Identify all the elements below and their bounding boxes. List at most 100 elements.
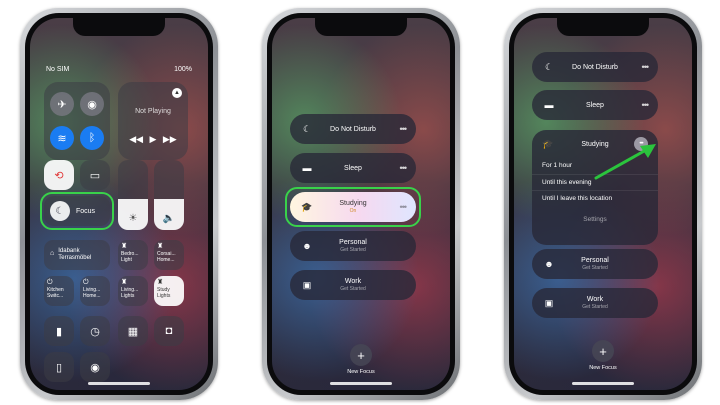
lamp-icon: ♜: [157, 243, 164, 250]
timer-icon[interactable]: ◷: [80, 316, 110, 346]
focus-item-label: Work: [344, 278, 362, 285]
focus-expanded-screen: ☾ Do Not Disturb ••• ▬ Sleep ••• 🎓 Study…: [514, 18, 692, 390]
screenshot-stage: No SIM 100% ✈ ◉ ≋ ᛒ ▲ Not Playing ◀◀ ▶ ▶…: [0, 0, 720, 405]
home-tile-idabank[interactable]: ⌂ Idabank Terrasmöbel: [44, 240, 110, 270]
focus-item-sleep[interactable]: ▬ Sleep •••: [532, 90, 658, 120]
plus-icon: +: [350, 344, 372, 366]
focus-item-personal[interactable]: ☻ Personal Get Started: [290, 231, 416, 261]
focus-item-label: Personal: [339, 239, 367, 246]
home-tile-label: Corsai... Home...: [157, 251, 176, 263]
new-focus-label: New Focus: [347, 369, 375, 375]
flashlight-icon[interactable]: ▮: [44, 316, 74, 346]
focus-item-status: Get Started: [582, 304, 608, 310]
connectivity-tile: ✈ ◉ ≋ ᛒ: [44, 82, 110, 160]
switch-icon: ⏻: [83, 279, 89, 286]
battery-label: 100%: [174, 66, 192, 73]
focus-item-work[interactable]: ▣ Work Get Started: [290, 270, 416, 300]
home-tile-bedroom[interactable]: ♜ Bedro... Light: [118, 240, 148, 270]
rewind-icon[interactable]: ◀◀: [129, 134, 143, 145]
focus-item-status: Get Started: [582, 265, 608, 271]
lamp-icon: ♜: [121, 279, 128, 286]
home-indicator: [572, 382, 634, 385]
camera-icon[interactable]: ◘: [154, 316, 184, 346]
new-focus-label: New Focus: [589, 365, 617, 371]
notch: [315, 18, 407, 36]
fast-forward-icon[interactable]: ▶▶: [163, 134, 177, 145]
home-tile-label: Study Lights: [157, 287, 171, 299]
focus-item-label: Personal: [581, 257, 609, 264]
focus-item-status: Get Started: [340, 247, 366, 253]
switch-icon: ⏻: [47, 279, 53, 286]
focus-list-screen: ☾ Do Not Disturb ••• ▬ Sleep ••• 🎓 Study…: [272, 18, 450, 390]
studying-highlight-ring: [285, 187, 421, 227]
phone-focus-list: ☾ Do Not Disturb ••• ▬ Sleep ••• 🎓 Study…: [262, 8, 460, 400]
plus-icon: +: [592, 340, 614, 362]
home-tile-living-home[interactable]: ⏻ Living... Home...: [80, 276, 110, 306]
sun-icon: ☀: [128, 213, 138, 224]
green-arrow-annotation: [594, 144, 656, 180]
brightness-slider[interactable]: ☀: [118, 160, 148, 230]
home-tile-label: Idabank Terrasmöbel: [58, 248, 92, 261]
calculator-icon[interactable]: ▦: [118, 316, 148, 346]
cellular-data-icon[interactable]: ◉: [80, 92, 104, 116]
focus-item-status: Get Started: [340, 286, 366, 292]
focus-item-label: Do Not Disturb: [572, 63, 618, 71]
home-tile-label: Kitchen Switc...: [47, 287, 64, 299]
focus-item-work[interactable]: ▣ Work Get Started: [532, 288, 658, 318]
speaker-icon: 🔈: [162, 213, 176, 224]
focus-item-label: Sleep: [344, 164, 362, 172]
remote-icon[interactable]: ▯: [44, 352, 74, 382]
play-icon[interactable]: ▶: [150, 134, 157, 145]
home-tile-study-lights[interactable]: ♜ Study Lights: [154, 276, 184, 306]
moon-icon: ☾: [544, 61, 554, 72]
focus-item-label: Work: [586, 296, 604, 303]
more-options-icon[interactable]: •••: [634, 62, 649, 72]
person-icon: ☻: [544, 259, 554, 269]
home-icon: ⌂: [50, 250, 55, 258]
volume-slider[interactable]: 🔈: [154, 160, 184, 230]
new-focus-button[interactable]: + New Focus: [272, 344, 450, 375]
bluetooth-icon[interactable]: ᛒ: [80, 126, 104, 150]
more-options-icon[interactable]: •••: [392, 163, 407, 173]
person-icon: ☻: [302, 241, 312, 251]
focus-item-do-not-disturb[interactable]: ☾ Do Not Disturb •••: [532, 52, 658, 82]
airplay-icon[interactable]: ▲: [172, 88, 182, 98]
now-playing-tile[interactable]: ▲ Not Playing ◀◀ ▶ ▶▶: [118, 82, 188, 160]
home-tile-label: Bedro... Light: [121, 251, 139, 263]
more-options-icon[interactable]: •••: [634, 100, 649, 110]
screen-mirroring-icon[interactable]: ▭: [80, 160, 110, 190]
wifi-icon[interactable]: ≋: [50, 126, 74, 150]
phone-control-center: No SIM 100% ✈ ◉ ≋ ᛒ ▲ Not Playing ◀◀ ▶ ▶…: [20, 8, 218, 400]
new-focus-button[interactable]: + New Focus: [514, 340, 692, 371]
airplane-mode-icon[interactable]: ✈: [50, 92, 74, 116]
home-tile-label: Living... Lights: [121, 287, 139, 299]
home-indicator: [330, 382, 392, 385]
home-tile-corsair[interactable]: ♜ Corsai... Home...: [154, 240, 184, 270]
focus-item-personal[interactable]: ☻ Personal Get Started: [532, 249, 658, 279]
screen-record-icon[interactable]: ◉: [80, 352, 110, 382]
carrier-label: No SIM: [46, 66, 70, 73]
focus-highlight-ring: [40, 192, 114, 230]
settings-link[interactable]: Settings: [532, 216, 658, 223]
focus-item-label: Sleep: [586, 101, 604, 109]
home-tile-kitchen[interactable]: ⏻ Kitchen Switc...: [44, 276, 74, 306]
status-bar: No SIM 100%: [46, 66, 192, 73]
home-indicator: [88, 382, 150, 385]
rotation-lock-icon[interactable]: ⟲: [44, 160, 74, 190]
option-until-leave-location[interactable]: Until I leave this location: [532, 190, 658, 206]
now-playing-label: Not Playing: [135, 108, 171, 115]
focus-item-label: Do Not Disturb: [330, 125, 376, 133]
home-tile-living-lights[interactable]: ♜ Living... Lights: [118, 276, 148, 306]
more-options-icon[interactable]: •••: [392, 124, 407, 134]
focus-item-sleep[interactable]: ▬ Sleep •••: [290, 153, 416, 183]
badge-icon: ▣: [302, 279, 312, 290]
home-tile-label: Living... Home...: [83, 287, 101, 299]
graduation-cap-icon: 🎓: [542, 138, 554, 149]
bed-icon: ▬: [544, 100, 554, 110]
notch: [557, 18, 649, 36]
badge-icon: ▣: [544, 297, 554, 308]
moon-icon: ☾: [302, 123, 312, 134]
media-controls: ◀◀ ▶ ▶▶: [118, 134, 188, 145]
focus-item-do-not-disturb[interactable]: ☾ Do Not Disturb •••: [290, 114, 416, 144]
phone-focus-expanded: ☾ Do Not Disturb ••• ▬ Sleep ••• 🎓 Study…: [504, 8, 702, 400]
